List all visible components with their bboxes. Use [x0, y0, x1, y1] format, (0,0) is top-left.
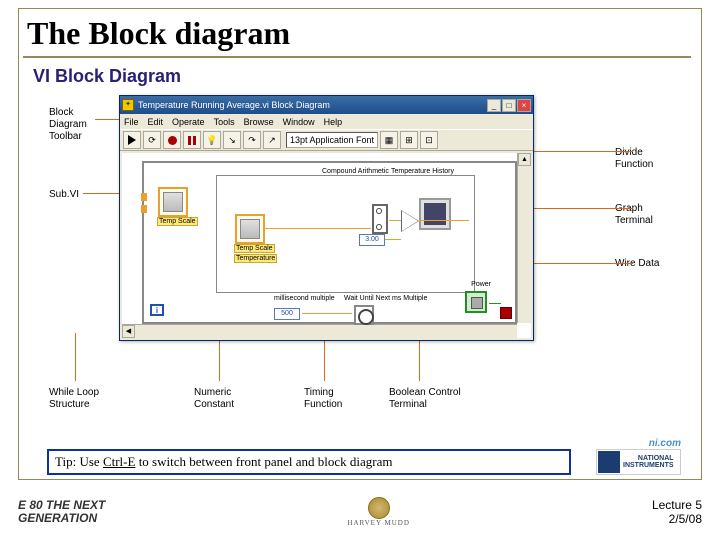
menu-help[interactable]: Help [324, 117, 343, 127]
step-into-button[interactable]: ↘ [223, 131, 241, 149]
subvi-temp-1[interactable]: Temp Scale [158, 187, 188, 217]
hm-seal-icon [368, 497, 390, 519]
subvi1-caption: Temp Scale [157, 217, 198, 226]
boolean-terminal[interactable] [465, 291, 487, 313]
menu-operate[interactable]: Operate [172, 117, 205, 127]
menu-edit[interactable]: Edit [148, 117, 164, 127]
diagram-canvas[interactable]: ▲ ◀ Temp Scale Compound Arithmetic Tempe… [122, 153, 531, 338]
label-subvi: Sub.VI [49, 189, 99, 201]
label-ms-multiple: millisecond multiple [274, 295, 335, 302]
titlebar: ✦ Temperature Running Average.vi Block D… [120, 96, 533, 114]
wire-bool [489, 303, 501, 304]
wait-function[interactable] [354, 305, 374, 325]
slide-footer: E 80 THE NEXT GENERATION HARVEY MUDD Lec… [18, 490, 702, 534]
leader-toolbar [95, 119, 119, 120]
numeric-constant-3[interactable]: 3.00 [359, 234, 385, 246]
vertical-scrollbar[interactable]: ▲ [517, 153, 531, 323]
label-while: While Loop Structure [49, 387, 109, 411]
shift-register-left-1[interactable] [141, 193, 147, 201]
tip-box: Tip: Use Ctrl-E to switch between front … [47, 449, 571, 475]
app-icon: ✦ [122, 99, 134, 111]
block-diagram-window: ✦ Temperature Running Average.vi Block D… [119, 95, 534, 341]
step-over-button[interactable]: ↷ [243, 131, 261, 149]
wire-1 [265, 228, 371, 229]
loop-condition-terminal[interactable] [500, 307, 512, 319]
menu-tools[interactable]: Tools [214, 117, 235, 127]
label-power: Power [471, 281, 491, 288]
label-toolbar: Block Diagram Toolbar [49, 107, 104, 143]
temp-icon-2 [240, 219, 260, 239]
reorder-button[interactable]: ⊡ [420, 131, 438, 149]
run-continuous-button[interactable]: ⟳ [143, 131, 161, 149]
font-selector[interactable]: 13pt Application Font [286, 132, 378, 148]
graph-terminal[interactable] [419, 198, 451, 230]
wire-2 [389, 220, 401, 221]
diagram-content: Block Diagram Toolbar Sub.VI Divide Func… [19, 93, 701, 403]
label-wait-until: Wait Until Next ms Multiple [344, 295, 427, 302]
harvey-mudd-logo: HARVEY MUDD [334, 494, 424, 530]
menu-bar: File Edit Operate Tools Browse Window He… [120, 114, 533, 129]
slide-subtitle: VI Block Diagram [33, 66, 701, 87]
label-temp-history: Temperature History [391, 168, 454, 175]
label-boolean: Boolean Control Terminal [389, 387, 469, 411]
hm-text: HARVEY MUDD [347, 519, 410, 527]
shift-register-left-2[interactable] [141, 205, 147, 213]
leader-wire [533, 263, 633, 264]
compound-arithmetic-node[interactable] [372, 204, 388, 234]
ni-logo: NATIONAL INSTRUMENTS [596, 449, 681, 475]
subvi2-caption: Temp Scale [234, 244, 275, 253]
divide-node[interactable] [402, 211, 418, 231]
label-numeric: Numeric Constant [194, 387, 249, 411]
maximize-button[interactable]: □ [502, 99, 516, 112]
distribute-button[interactable]: ⊞ [400, 131, 418, 149]
scroll-left-icon[interactable]: ◀ [122, 325, 135, 338]
stop-button[interactable] [163, 131, 181, 149]
run-button[interactable] [123, 131, 141, 149]
loop-iteration-terminal[interactable]: i [150, 304, 164, 316]
label-timing: Timing Function [304, 387, 354, 411]
step-out-button[interactable]: ↗ [263, 131, 281, 149]
ni-com-text: ni.com [596, 438, 681, 449]
leader-graph [533, 208, 633, 209]
subvi2-caption-b: Temperature [234, 254, 277, 263]
scroll-up-icon[interactable]: ▲ [518, 153, 531, 166]
label-graph: Graph Terminal [615, 203, 667, 227]
inner-sequence[interactable]: Compound Arithmetic Temperature History … [216, 175, 475, 293]
highlight-button[interactable]: 💡 [203, 131, 221, 149]
leader-while [75, 333, 76, 381]
title-divider [23, 56, 691, 58]
footer-right: Lecture 5 2/5/08 [652, 498, 702, 527]
ni-text: NATIONAL INSTRUMENTS [623, 455, 674, 469]
pause-button[interactable] [183, 131, 201, 149]
wire-timing [302, 313, 352, 314]
horizontal-scrollbar[interactable]: ◀ [122, 324, 517, 338]
tip-text: Tip: Use Ctrl-E to switch between front … [55, 454, 392, 469]
window-title: Temperature Running Average.vi Block Dia… [138, 100, 487, 110]
toolbar: ⟳ 💡 ↘ ↷ ↗ 13pt Application Font ▦ ⊞ ⊡ [120, 129, 533, 151]
align-button[interactable]: ▦ [380, 131, 398, 149]
wire-4 [385, 239, 401, 240]
footer-left: E 80 THE NEXT GENERATION [18, 499, 105, 525]
subvi-temp-2[interactable]: Temp Scale Temperature [235, 214, 265, 244]
menu-browse[interactable]: Browse [244, 117, 274, 127]
while-loop[interactable]: Temp Scale Compound Arithmetic Temperatu… [142, 161, 517, 324]
menu-window[interactable]: Window [283, 117, 315, 127]
label-wire: Wire Data [615, 258, 667, 270]
ni-logo-area: ni.com NATIONAL INSTRUMENTS [596, 438, 681, 475]
menu-file[interactable]: File [124, 117, 139, 127]
close-button[interactable]: × [517, 99, 531, 112]
minimize-button[interactable]: _ [487, 99, 501, 112]
ni-eagle-icon [598, 451, 620, 473]
leader-divide [533, 151, 633, 152]
numeric-constant-500[interactable]: 500 [274, 308, 300, 320]
wire-3 [419, 220, 469, 221]
temp-icon [163, 192, 183, 212]
slide-title: The Block diagram [19, 9, 701, 56]
label-compound-arith: Compound Arithmetic [322, 168, 389, 175]
